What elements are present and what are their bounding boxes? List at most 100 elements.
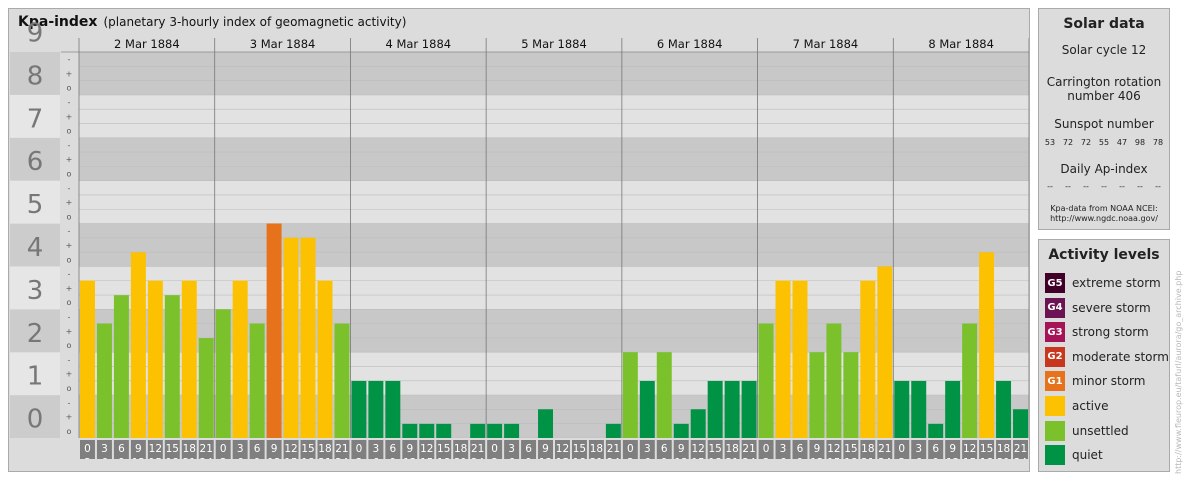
legend-label: strong storm <box>1072 325 1149 340</box>
interval-end: 12 <box>810 457 823 459</box>
source-note: Kpa-data from NOAA NCEI: <box>1050 204 1158 213</box>
sub-tick-label: - <box>68 398 71 407</box>
interval-end: 15 <box>963 457 976 459</box>
day-label-6: 8 Mar 1884 <box>928 37 994 51</box>
interval-end: 9 <box>797 457 804 459</box>
interval-start: 18 <box>590 443 603 455</box>
interval-end: 12 <box>675 457 688 459</box>
y-tick-label: 7 <box>27 104 44 134</box>
kpa-bar-1-4 <box>283 237 299 438</box>
credit-url[interactable]: http://www.fleurop.eu/tafurl/aurora/go_a… <box>1174 271 1183 474</box>
sunspot-value-3: 55 <box>1098 138 1110 147</box>
interval-start: 18 <box>861 443 874 455</box>
kpa-bar-0-6 <box>181 280 197 438</box>
interval-end: 24 <box>1014 457 1028 459</box>
interval-start: 9 <box>406 443 413 455</box>
interval-start: 6 <box>661 443 668 455</box>
interval-end: 6 <box>101 457 108 459</box>
interval-end: 24 <box>471 457 485 459</box>
interval-end: 3 <box>84 457 91 459</box>
legend-item-minor-storm: G1 minor storm <box>1045 371 1146 392</box>
kpa-bar-5-1 <box>775 280 791 438</box>
interval-start: 18 <box>318 443 331 455</box>
sub-tick-label: - <box>68 227 71 236</box>
y-tick-label: 5 <box>27 190 44 220</box>
kpa-bar-6-6 <box>996 380 1012 438</box>
sub-tick-label: + <box>66 155 73 164</box>
interval-start: 9 <box>678 443 685 455</box>
interval-end: 12 <box>267 457 280 459</box>
sunspot-value-6: 78 <box>1152 138 1164 147</box>
interval-end: 15 <box>556 457 569 459</box>
interval-start: 6 <box>254 443 261 455</box>
kpa-bar-3-0 <box>487 423 503 438</box>
legend-label: active <box>1072 399 1109 413</box>
interval-start: 18 <box>725 443 738 455</box>
interval-end: 6 <box>237 457 244 459</box>
interval-start: 12 <box>556 443 569 455</box>
kpa-bar-5-4 <box>826 323 842 438</box>
carrington-rotation-line2: number 406 <box>1067 89 1141 103</box>
sub-tick-label: + <box>66 284 73 293</box>
sub-tick-label: o <box>67 212 72 221</box>
interval-end: 3 <box>491 457 498 459</box>
kpa-bar-0-1 <box>96 323 112 438</box>
kpa-bar-6-0 <box>894 380 910 438</box>
interval-end: 12 <box>132 457 145 459</box>
sub-tick-label: + <box>66 370 73 379</box>
ap-value-5: -- <box>1137 182 1143 191</box>
kpa-bar-2-0 <box>351 380 367 438</box>
interval-start: 12 <box>963 443 976 455</box>
kpa-bar-1-2 <box>249 323 265 438</box>
legend-label: minor storm <box>1072 374 1146 389</box>
interval-end: 9 <box>932 457 939 459</box>
legend-item-active: active <box>1045 396 1108 416</box>
interval-end: 18 <box>573 457 586 459</box>
kpa-bar-4-2 <box>656 352 672 438</box>
source-url[interactable]: http://www.ngdc.noaa.gov/ <box>1039 214 1169 224</box>
kpa-bar-4-1 <box>639 380 655 438</box>
interval-end: 18 <box>301 457 314 459</box>
kpa-bar-1-5 <box>300 237 316 438</box>
interval-start: 9 <box>135 443 142 455</box>
interval-end: 9 <box>118 457 125 459</box>
sub-tick-label: + <box>66 198 73 207</box>
interval-start: 21 <box>1014 443 1027 455</box>
sunspot-value-2: 72 <box>1080 138 1092 147</box>
kpa-bar-1-1 <box>232 280 248 438</box>
kpa-bar-2-1 <box>368 380 384 438</box>
kpa-bar-5-2 <box>792 280 808 438</box>
kpa-bar-5-5 <box>843 352 859 438</box>
kpa-bar-6-5 <box>979 252 995 438</box>
sub-tick-label: - <box>68 270 71 279</box>
kpa-bar-5-6 <box>860 280 876 438</box>
kpa-bar-3-1 <box>504 423 520 438</box>
interval-start: 3 <box>101 443 108 455</box>
sub-tick-label: - <box>68 55 71 64</box>
legend-swatch: G5 <box>1045 273 1065 293</box>
kpa-bar-0-7 <box>198 338 214 438</box>
interval-start: 9 <box>814 443 821 455</box>
solar-data-title: Solar data <box>1063 16 1145 32</box>
plot-band-4 <box>79 223 1029 267</box>
interval-start: 15 <box>980 443 993 455</box>
interval-start: 6 <box>932 443 939 455</box>
ap-index-values: -- -- -- -- -- -- -- <box>1041 182 1167 191</box>
kpa-bar-0-2 <box>113 295 129 438</box>
sub-tick-label: + <box>66 112 73 121</box>
interval-end: 21 <box>861 457 874 459</box>
interval-start: 9 <box>949 443 956 455</box>
interval-end: 24 <box>742 457 756 459</box>
y-tick-label: 3 <box>27 276 44 306</box>
sub-tick-label: + <box>66 413 73 422</box>
sub-tick-label: + <box>66 241 73 250</box>
kpa-bar-6-7 <box>1013 409 1028 438</box>
day-label-1: 3 Mar 1884 <box>250 37 316 51</box>
interval-end: 15 <box>420 457 433 459</box>
sub-tick-label: - <box>68 98 71 107</box>
interval-end: 24 <box>200 457 214 459</box>
kpa-bar-2-2 <box>385 380 401 438</box>
kpa-bar-3-7 <box>605 423 621 438</box>
interval-end: 12 <box>946 457 959 459</box>
carrington-rotation-line1: Carrington rotation <box>1046 75 1162 89</box>
